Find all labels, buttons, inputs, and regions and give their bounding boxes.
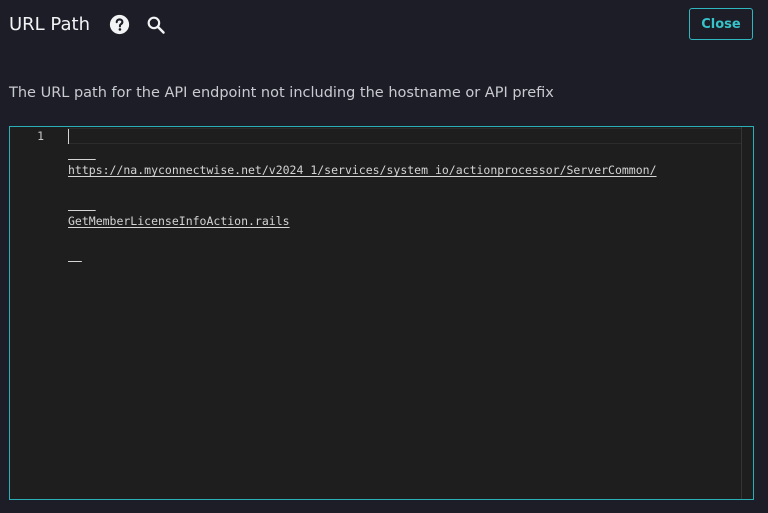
dialog-title: URL Path xyxy=(9,14,90,35)
dialog-header: URL Path Close xyxy=(0,0,768,52)
text-cursor xyxy=(68,129,69,144)
vertical-scrollbar[interactable] xyxy=(741,127,753,499)
code-line[interactable]: https://na.myconnectwise.net/v2024_1/ser… xyxy=(68,162,708,179)
code-editor[interactable]: 1 https://na.myconnectwise.net/v2024_1/s… xyxy=(9,126,754,500)
field-description: The URL path for the API endpoint not in… xyxy=(9,85,554,101)
help-circle-icon[interactable] xyxy=(109,14,130,35)
code-line[interactable]: GetMemberLicenseInfoAction.rails xyxy=(68,213,708,230)
line-number: 1 xyxy=(37,129,44,143)
close-button[interactable]: Close xyxy=(689,8,753,40)
search-icon[interactable] xyxy=(146,15,166,35)
url-path-text[interactable]: https://na.myconnectwise.net/v2024_1/ser… xyxy=(68,128,708,264)
